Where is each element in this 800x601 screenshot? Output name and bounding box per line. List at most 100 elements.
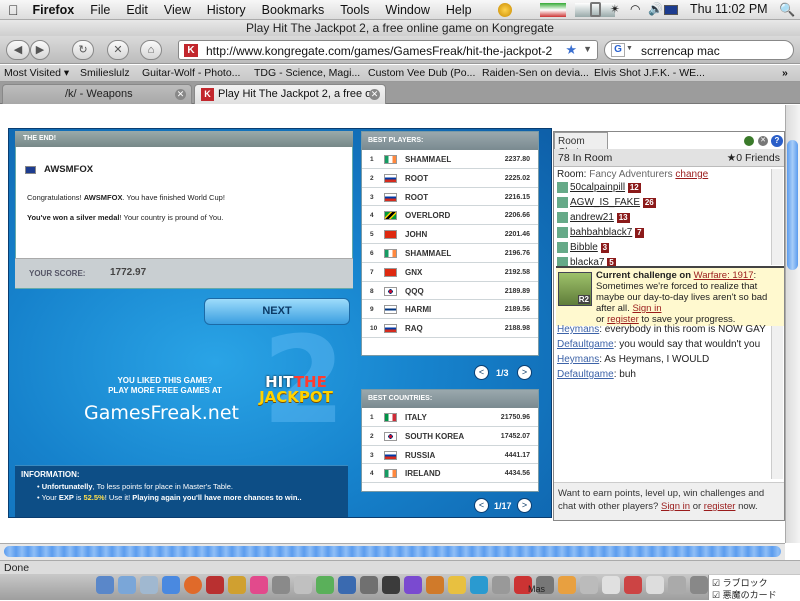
app-dock-icon[interactable] (580, 576, 598, 594)
app-dock-icon[interactable] (228, 576, 246, 594)
menu-history[interactable]: History (199, 3, 254, 17)
bookmarks-overflow-icon[interactable]: » (782, 67, 788, 79)
app-dock-icon[interactable] (382, 576, 400, 594)
volume-icon[interactable]: 🔊 (648, 2, 663, 16)
bookmark-smilieslulz[interactable]: Smilieslulz (80, 67, 130, 79)
url-dropdown-icon[interactable]: ▼ (583, 44, 592, 54)
app-dock-icon[interactable] (492, 576, 510, 594)
message-user-link[interactable]: Heymans (557, 354, 599, 365)
message-user-link[interactable]: Defaultgame (557, 369, 614, 380)
menu-view[interactable]: View (156, 3, 199, 17)
players-prev-button[interactable]: < (474, 365, 489, 380)
reload-button[interactable]: ↻ (72, 40, 94, 60)
friends-count[interactable]: ★0 Friends (727, 152, 780, 164)
google-engine-icon[interactable]: G (611, 43, 625, 57)
back-button[interactable]: ◀ (6, 40, 30, 60)
bookmark-custom-vee-dub[interactable]: Custom Vee Dub (Po... (368, 67, 475, 79)
tab-weapons[interactable]: /k/ - Weapons ✕ (2, 84, 192, 104)
challenge-badge-icon[interactable]: R2 (558, 272, 592, 306)
app-dock-icon[interactable] (426, 576, 444, 594)
ichat-dock-icon[interactable] (140, 576, 158, 594)
tab-close-icon[interactable]: ✕ (369, 89, 380, 100)
safari-dock-icon[interactable] (162, 576, 180, 594)
app-dock-icon[interactable] (272, 576, 290, 594)
message-user-link[interactable]: Heymans (557, 324, 599, 335)
input-flag-icon[interactable] (664, 5, 678, 15)
app-dock-icon[interactable] (668, 576, 686, 594)
forward-button[interactable]: ▶ (30, 40, 50, 60)
search-bar[interactable]: G ▼ scrrencap mac (604, 40, 794, 60)
menu-app[interactable]: Firefox (25, 3, 83, 17)
challenge-game-link[interactable]: Warfare: 1917 (694, 270, 754, 281)
user-name[interactable]: 50calpainpill (570, 182, 625, 193)
apple-menu-icon[interactable]:  (0, 2, 25, 18)
wifi-icon[interactable]: ◠ (630, 2, 640, 16)
trash-dock-icon[interactable] (690, 576, 708, 594)
tab-room-chat[interactable]: Room Chat (554, 132, 608, 158)
chat-user-row[interactable]: Bibble 3 (557, 242, 610, 256)
itunes-dock-icon[interactable] (250, 576, 268, 594)
user-name[interactable]: andrew21 (570, 212, 614, 223)
bookmark-most-visited[interactable]: Most Visited ▾ (4, 67, 69, 79)
app-dock-icon[interactable] (470, 576, 488, 594)
user-name[interactable]: Bibble (570, 242, 598, 253)
app-dock-icon[interactable] (206, 576, 224, 594)
page-horizontal-scroll-thumb[interactable] (4, 546, 781, 557)
in-room-count[interactable]: 78 In Room (558, 152, 612, 164)
menubar-clock[interactable]: Thu 11:02 PM (682, 2, 776, 16)
app-dock-icon[interactable] (558, 576, 576, 594)
mail-dock-icon[interactable] (118, 576, 136, 594)
app-dock-icon[interactable] (624, 576, 642, 594)
bookmark-tdg[interactable]: TDG - Science, Magi... (254, 67, 360, 79)
countries-next-button[interactable]: > (517, 498, 532, 513)
footer-register-link[interactable]: register (704, 501, 736, 512)
bookmark-star-icon[interactable]: ★ (565, 42, 577, 58)
app-dock-icon[interactable] (360, 576, 378, 594)
user-name[interactable]: bahbahblack7 (570, 227, 632, 238)
app-dock-icon[interactable] (316, 576, 334, 594)
menu-window[interactable]: Window (377, 3, 437, 17)
gamesfreak-link[interactable]: GamesFreak.net (84, 402, 239, 424)
menu-file[interactable]: File (82, 3, 118, 17)
status-circle-icon[interactable] (498, 3, 512, 17)
search-input[interactable]: scrrencap mac (641, 44, 720, 58)
messages-scrollbar[interactable] (771, 326, 783, 479)
bookmark-raiden-sen[interactable]: Raiden-Sen on devia... (482, 67, 589, 79)
chat-user-row[interactable]: AGW_IS_FAKE 26 (557, 197, 656, 211)
chat-user-row[interactable]: 50calpainpill 12 (557, 182, 641, 196)
user-list-scrollbar[interactable] (771, 169, 783, 265)
app-dock-icon[interactable] (404, 576, 422, 594)
script-icon[interactable] (590, 2, 601, 17)
bluetooth-icon[interactable]: ✴ (610, 2, 624, 16)
chat-user-row[interactable]: andrew21 13 (557, 212, 630, 226)
room-change-link[interactable]: change (675, 169, 708, 180)
app-dock-icon[interactable] (294, 576, 312, 594)
menu-edit[interactable]: Edit (118, 3, 156, 17)
bookmark-elvis[interactable]: Elvis Shot J.F.K. - WE... (594, 67, 705, 79)
app-dock-icon[interactable] (448, 576, 466, 594)
home-button[interactable]: ⌂ (140, 40, 162, 60)
app-dock-icon[interactable] (646, 576, 664, 594)
countries-prev-button[interactable]: < (474, 498, 489, 513)
spotlight-icon[interactable]: 🔍 (779, 2, 795, 17)
footer-signin-link[interactable]: Sign in (661, 501, 690, 512)
app-dock-icon[interactable] (338, 576, 356, 594)
chat-user-row[interactable]: bahbahblack7 7 (557, 227, 644, 241)
engine-dropdown-icon[interactable]: ▼ (626, 45, 633, 52)
signin-link[interactable]: Sign in (632, 303, 661, 314)
dock-menu-item[interactable]: ☑ 悪魔のカード (712, 588, 777, 601)
menu-tools[interactable]: Tools (332, 3, 377, 17)
url-bar[interactable]: K http://www.kongregate.com/games/GamesF… (178, 40, 598, 60)
firefox-dock-icon[interactable] (184, 576, 202, 594)
message-user-link[interactable]: Defaultgame (557, 339, 614, 350)
bookmark-guitar-wolf[interactable]: Guitar-Wolf - Photo... (142, 67, 240, 79)
menu-help[interactable]: Help (438, 3, 480, 17)
next-button[interactable]: NEXT (204, 298, 350, 325)
chat-close-icon[interactable]: ✕ (758, 136, 768, 146)
flag-status-icon[interactable] (540, 3, 566, 17)
tab-close-icon[interactable]: ✕ (175, 89, 186, 100)
menu-bookmarks[interactable]: Bookmarks (254, 3, 333, 17)
stop-button[interactable]: ✕ (107, 40, 129, 60)
page-vertical-scroll-thumb[interactable] (787, 140, 798, 270)
user-name[interactable]: AGW_IS_FAKE (570, 197, 640, 208)
